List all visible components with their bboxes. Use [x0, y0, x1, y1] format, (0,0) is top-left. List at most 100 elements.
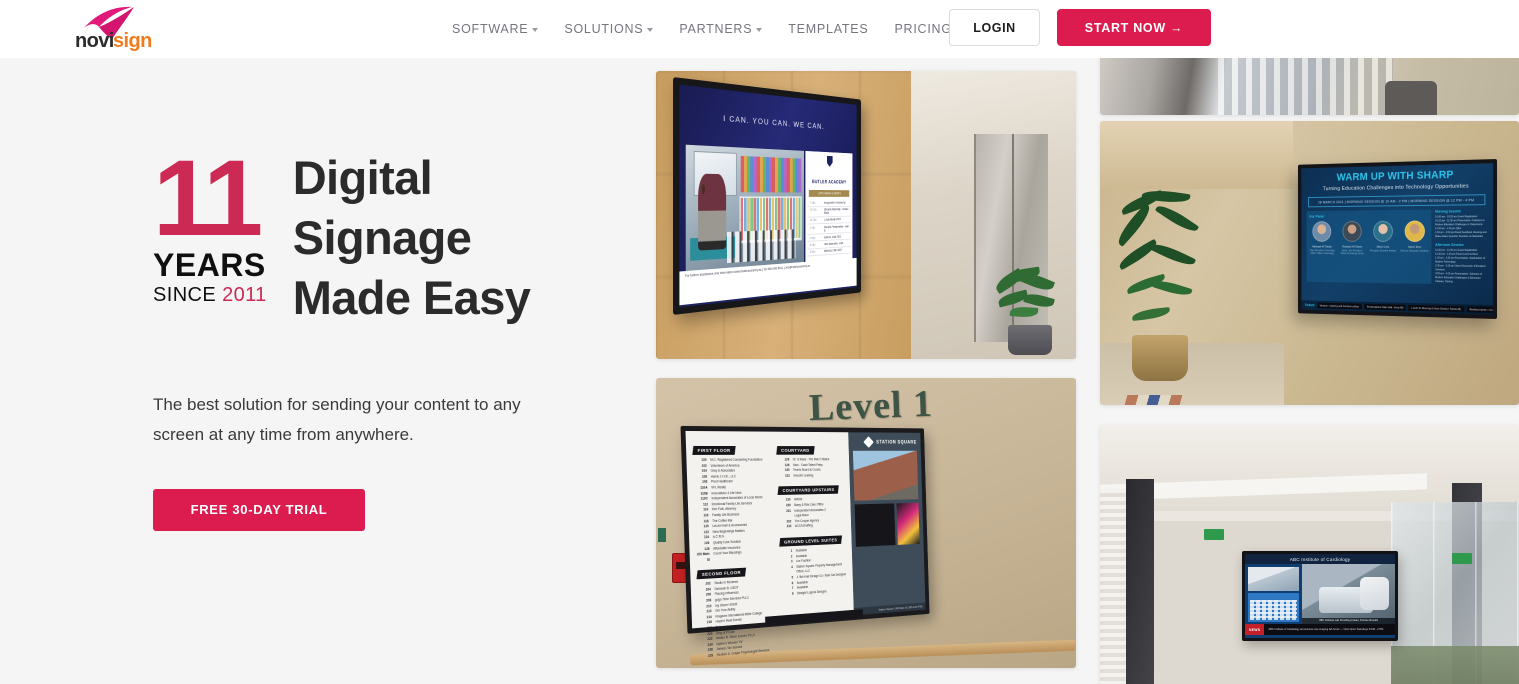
news-label: NEWS [1245, 624, 1265, 635]
novisign-logo[interactable]: novi sign [72, 6, 172, 52]
brand-name: STATION SQUARE [876, 439, 917, 446]
section-header: GROUND LEVEL SUITES [779, 535, 842, 547]
school-classroom-display: I CAN. YOU CAN. WE CAN. BUTLER ACADEMY U… [656, 71, 1076, 359]
row-time: 10:15a [809, 208, 817, 212]
display-screen: I CAN. YOU CAN. WE CAN. BUTLER ACADEMY U… [679, 84, 857, 308]
exit-sign [1204, 529, 1224, 540]
display-screen: WARM UP WITH SHARP Turning Education Cha… [1301, 163, 1494, 315]
agenda-section: Morning Session 10:00 am - 10:15 am Gues… [1435, 209, 1487, 285]
floor-pattern [1124, 395, 1183, 405]
row-time: 3:45p [809, 243, 816, 247]
exit-sign [658, 528, 666, 542]
ticker-label: Tickets [1304, 303, 1315, 308]
svg-text:novi: novi [75, 30, 114, 52]
speaker-avatar [1373, 220, 1393, 242]
lobby-chair [1385, 81, 1437, 115]
news-text: ABC Institute of Cardiology announces ne… [1264, 624, 1395, 635]
wall-mounted-display: I CAN. YOU CAN. WE CAN. BUTLER ACADEMY U… [673, 77, 861, 315]
row-text: Athletics Club 2022 [823, 248, 842, 253]
agenda-line: 3:30 pm - 4:00 pm Presentation: Solution… [1435, 272, 1483, 284]
agenda-title: Afternoon Session [1435, 242, 1464, 247]
login-button[interactable]: LOGIN [949, 9, 1040, 46]
screen-title: ABC Institute of Cardiology [1245, 554, 1395, 564]
wall-mounted-display: FIRST FLOOR 100 M.C. Registered Counselin… [680, 425, 930, 658]
promo-card-poster [896, 502, 920, 545]
healthcare-lobby-display: ABC Institute of Cardiology ABC Institut… [1100, 425, 1519, 684]
speaker-card: Aaron Erro Director, Education Solutions [1400, 220, 1429, 256]
nav-item-partners[interactable]: PARTNERS [666, 0, 775, 58]
student-artwork [740, 156, 801, 193]
section-header: FIRST FLOOR [692, 445, 736, 455]
speaker-role: Chief Education Technology Officer, Miln… [1309, 248, 1335, 256]
butler-academy-mark-icon [827, 156, 833, 167]
panel-label: Our Panel [1308, 214, 1325, 219]
schedule-header: UPCOMING EVENTS [809, 190, 850, 198]
row-text: Club Assembly - Hall [823, 241, 843, 246]
gallery-item-event-display[interactable]: WARM UP WITH SHARP Turning Education Cha… [1100, 121, 1519, 405]
brand-name: BUTLER ACADEMY [812, 180, 847, 186]
screen-header: I CAN. YOU CAN. WE CAN. [679, 84, 857, 155]
section-header: SECOND FLOOR [696, 567, 746, 580]
gallery-item-directory-display[interactable]: Level 1 FIRST FLOOR 100 M.C. Registered … [656, 378, 1076, 668]
plant-pot [1008, 325, 1052, 355]
glass-block-wall [1218, 58, 1393, 115]
panel-section: Our Panel Michael W Taylor Chief Educati… [1306, 209, 1432, 284]
teacher-head [701, 183, 705, 194]
nav-item-label: SOLUTIONS [564, 22, 644, 36]
speakers-row: Michael W Taylor Chief Education Technol… [1309, 220, 1429, 256]
schedule-grid [1250, 599, 1297, 620]
site-header: novi sign SOFTWARE SOLUTIONS PARTNERS TE… [0, 0, 1519, 58]
directory-entry: 200 Main St Count Your Blessings [696, 550, 742, 562]
chevron-down-icon [756, 28, 763, 32]
classroom-photo [685, 145, 805, 272]
nav-item-solutions[interactable]: SOLUTIONS [551, 0, 666, 58]
screen-subtitle: Turning Education Challenges into Techno… [1322, 183, 1469, 193]
speaker-role: Assoc. Vice President, Sharp Technology … [1340, 248, 1364, 256]
carpet [1391, 645, 1519, 684]
agenda-title: Morning Session [1435, 209, 1461, 214]
screenshot-gallery: I CAN. YOU CAN. WE CAN. BUTLER ACADEMY U… [0, 58, 1519, 684]
speaker-name: Michael W Taylor [1312, 244, 1332, 249]
wall-mounted-display: WARM UP WITH SHARP Turning Education Cha… [1298, 159, 1497, 319]
nav-item-templates[interactable]: TEMPLATES [775, 0, 881, 58]
display-screen: FIRST FLOOR 100 M.C. Registered Counselin… [685, 430, 926, 658]
nav-item-label: TEMPLATES [788, 22, 869, 36]
agenda-line: 1:00 pm - 2:00 pm Panel Feedback, Meetin… [1435, 231, 1487, 239]
gallery-item-lobby-partial[interactable] [1100, 58, 1519, 115]
row-text: Student Assembly - Drama Block [823, 207, 849, 215]
row-text: Science Club 2022 [823, 234, 842, 240]
gallery-item-school-display[interactable]: I CAN. YOU CAN. WE CAN. BUTLER ACADEMY U… [656, 71, 1076, 359]
nav-item-software[interactable]: SOFTWARE [452, 0, 551, 58]
speaker-card: Richard W Davis Assoc. Vice President, S… [1339, 220, 1366, 256]
start-now-button[interactable]: START NOW → [1057, 9, 1211, 46]
speaker-card: Michael W Taylor Chief Education Technol… [1309, 221, 1335, 256]
speaker-name: Richard W Davis [1342, 244, 1362, 249]
schedule-heading [1250, 595, 1297, 598]
technician-arm [1359, 577, 1390, 610]
svg-text:sign: sign [113, 30, 152, 52]
lab-photo: ABC Institute Lab Providing Faster, Prec… [1302, 564, 1395, 624]
photo-caption: ABC Institute Lab Providing Faster, Prec… [1302, 617, 1395, 624]
ticker-item: Lunch for Morning & Noon Session Tickets… [1408, 305, 1464, 313]
screen-body: ABC Institute Lab Providing Faster, Prec… [1245, 564, 1395, 624]
row-text: Lunch Break 2022 [823, 217, 841, 222]
row-time: 4:30p [809, 250, 816, 254]
agenda-line: 10:15 am - 11:30 am Presentation: Soluti… [1435, 219, 1485, 227]
dark-column-left [1126, 479, 1154, 684]
teacher-figure [697, 173, 726, 251]
building-photo [853, 450, 919, 501]
gallery-item-healthcare-display[interactable]: ABC Institute of Cardiology ABC Institut… [1100, 425, 1519, 684]
lobby-ceiling [1100, 121, 1293, 190]
directory-column-left: FIRST FLOOR 100 M.C. Registered Counselin… [692, 439, 776, 660]
speaker-avatar [1342, 220, 1362, 242]
speaker-avatar [1404, 220, 1425, 242]
chevron-down-icon [532, 28, 539, 32]
plant-pot [1132, 335, 1188, 381]
directory-entry: 233 ACCA Drafting [786, 523, 813, 529]
directory-listings: FIRST FLOOR 100 M.C. Registered Counselin… [685, 431, 854, 658]
exit-sign [1452, 553, 1472, 564]
row-time: 11:40a [809, 218, 817, 223]
directory-columns: FIRST FLOOR 100 M.C. Registered Counselin… [692, 439, 849, 660]
lobby-event-display: WARM UP WITH SHARP Turning Education Cha… [1100, 121, 1519, 405]
screen-title: WARM UP WITH SHARP [1336, 169, 1454, 184]
